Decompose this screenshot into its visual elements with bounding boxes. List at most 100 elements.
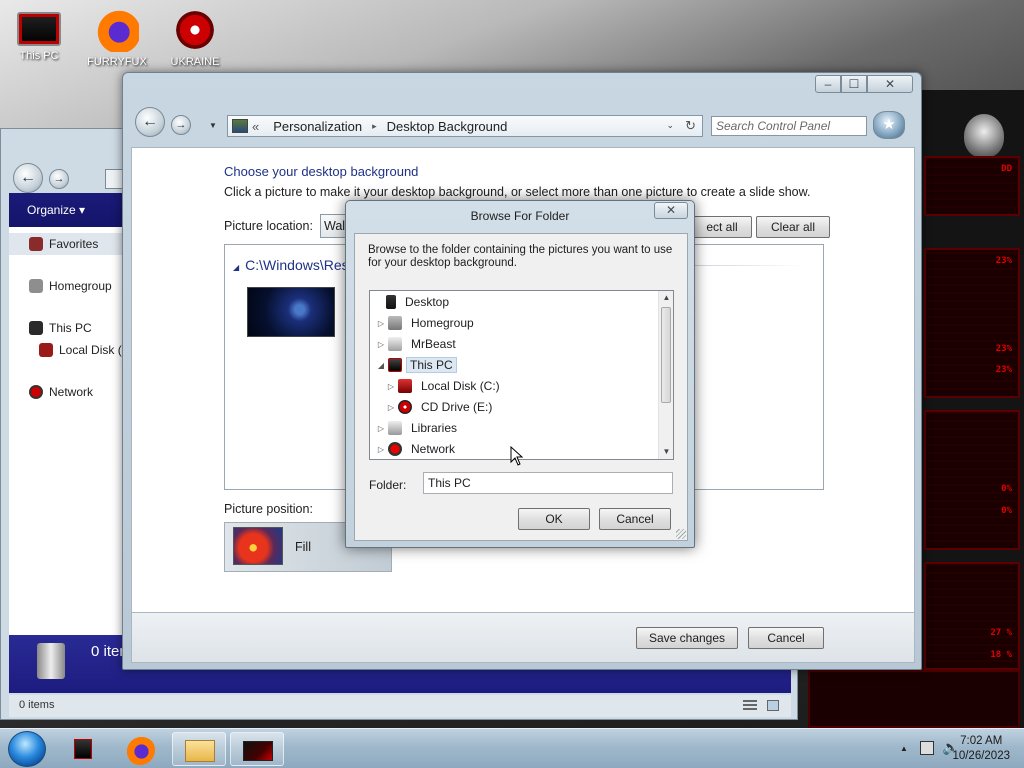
instruction-text: Click a picture to make it your desktop … [224, 185, 811, 199]
tree-item-mrbeast[interactable]: ▷ MrBeast [376, 334, 461, 354]
minimize-button[interactable]: ‒ [815, 75, 841, 93]
picture-position-value: Fill [295, 540, 311, 554]
taskbar-explorer[interactable] [172, 732, 226, 766]
tree-item-cd-drive[interactable]: ▷ CD Drive (E:) [386, 397, 497, 417]
scrollbar-thumb[interactable] [661, 307, 671, 403]
recycle-bin-icon [37, 643, 65, 679]
search-input[interactable]: Search Control Panel [711, 116, 867, 136]
gallery-group-header[interactable]: ◢ C:\Windows\Res [233, 257, 353, 273]
tree-scrollbar[interactable]: ▲ ▼ [658, 291, 673, 459]
sidebar-item-favorites[interactable]: Favorites [29, 237, 98, 251]
sidebar-item-this-pc[interactable]: This PC [29, 321, 92, 335]
status-bar: 0 items [9, 695, 791, 717]
details-view-icon[interactable] [743, 700, 757, 711]
gallery-divider [691, 265, 805, 266]
dialog-cancel-button[interactable]: Cancel [599, 508, 671, 530]
widget-bottom-strip [808, 670, 1020, 728]
expander-icon[interactable]: ▷ [376, 445, 386, 454]
address-bar[interactable]: « Personalization ▸ Desktop Background ⌄… [227, 115, 703, 137]
recent-pages-dropdown[interactable]: ▼ [209, 121, 217, 130]
user-folder-icon [388, 337, 402, 351]
organize-button[interactable]: Organize ▾ [9, 193, 123, 227]
tree-item-homegroup[interactable]: ▷ Homegroup [376, 313, 479, 333]
expander-icon[interactable]: ▷ [386, 382, 396, 391]
save-changes-button[interactable]: Save changes [636, 627, 738, 649]
taskbar-firefox[interactable] [114, 732, 168, 766]
widget-readout-box: DD [924, 156, 1020, 216]
expander-icon[interactable]: ▷ [386, 403, 396, 412]
expander-icon[interactable]: ◢ [376, 361, 386, 370]
desktop-icon-ukraine[interactable]: UKRAINE [160, 4, 230, 68]
tree-item-label: Local Disk (C:) [421, 379, 500, 393]
address-dropdown-icon[interactable]: ⌄ [666, 120, 674, 131]
close-button[interactable]: ✕ [867, 75, 913, 93]
tree-item-this-pc[interactable]: ◢ This PC [376, 355, 457, 375]
dialog-close-button[interactable]: ✕ [654, 202, 688, 219]
forward-button[interactable]: → [171, 115, 191, 135]
back-button[interactable]: ← [135, 107, 165, 137]
resize-grip-icon[interactable] [676, 529, 686, 539]
cancel-button[interactable]: Cancel [748, 627, 824, 649]
wallpaper-thumbnail[interactable] [247, 287, 335, 337]
desktop-icon-label: This PC [19, 50, 59, 62]
tree-item-label: Network [411, 442, 456, 456]
dialog-title: Browse For Folder [470, 209, 570, 223]
desktop-icon [386, 295, 396, 309]
tree-item-network[interactable]: ▷ Network [376, 439, 460, 459]
minimize-icon: ‒ [824, 77, 832, 91]
sidebar-item-homegroup[interactable]: Homegroup [29, 279, 112, 293]
forward-button[interactable]: → [49, 169, 69, 189]
help-icon[interactable]: ★ [873, 111, 905, 139]
mouse-cursor-icon [510, 446, 524, 466]
show-hidden-icons-icon[interactable]: ▲ [900, 744, 908, 753]
breadcrumb-separator-icon: ▸ [372, 120, 377, 131]
expander-icon[interactable]: ▷ [376, 340, 386, 349]
breadcrumb-personalization[interactable]: Personalization [273, 119, 362, 134]
alien-logo-icon [964, 114, 1004, 158]
widget-readout: 0% [1001, 484, 1012, 494]
large-icons-view-icon[interactable] [767, 700, 779, 711]
save-changes-label: Save changes [648, 631, 726, 645]
refresh-icon[interactable]: ↻ [685, 118, 696, 134]
start-button[interactable] [8, 731, 46, 767]
scroll-up-icon[interactable]: ▲ [659, 291, 673, 305]
close-icon: ✕ [665, 203, 677, 217]
network-status-icon[interactable] [920, 741, 934, 755]
taskbar-control-panel[interactable] [230, 732, 284, 766]
tree-item-desktop[interactable]: Desktop [374, 292, 454, 312]
desktop-icon-this-pc[interactable]: This PC [4, 4, 74, 62]
expander-icon[interactable]: ▷ [376, 319, 386, 328]
scroll-down-icon[interactable]: ▼ [659, 445, 673, 459]
tree-item-local-disk[interactable]: ▷ Local Disk (C:) [386, 376, 505, 396]
back-button[interactable]: ← [13, 163, 43, 193]
tree-item-libraries[interactable]: ▷ Libraries [376, 418, 462, 438]
breadcrumb-desktop-background[interactable]: Desktop Background [387, 119, 508, 134]
browse-for-folder-dialog[interactable]: Browse For Folder ✕ Browse to the folder… [345, 200, 695, 548]
sidebar-item-label: Favorites [49, 237, 99, 251]
folder-input[interactable]: This PC [423, 472, 673, 494]
tree-item-label: Desktop [405, 295, 450, 309]
select-all-button[interactable]: ect all [692, 216, 752, 238]
network-icon [29, 385, 43, 399]
cancel-label: Cancel [767, 631, 805, 645]
widget-readout-box: 27 % 18 % [924, 562, 1020, 670]
dialog-body: Browse to the folder containing the pict… [354, 233, 688, 541]
sidebar-item-network[interactable]: Network [29, 385, 93, 399]
folder-tree[interactable]: Desktop ▷ Homegroup ▷ MrBeast ◢ This PC … [369, 290, 674, 460]
disk-icon [39, 343, 53, 357]
clock[interactable]: 7:02 AM 10/26/2023 [952, 734, 1010, 764]
network-icon [388, 442, 402, 456]
taskbar-this-pc[interactable] [56, 732, 110, 766]
ok-button[interactable]: OK [518, 508, 590, 530]
clear-all-button[interactable]: Clear all [756, 216, 830, 238]
page-title: Choose your desktop background [224, 164, 419, 179]
sidebar-item-local-disk[interactable]: Local Disk (C: [39, 343, 134, 357]
homegroup-icon [388, 316, 402, 330]
expander-icon[interactable]: ▷ [376, 424, 386, 433]
this-pc-icon [17, 12, 61, 46]
maximize-button[interactable]: ☐ [841, 75, 867, 93]
breadcrumb-overflow[interactable]: « [252, 119, 259, 134]
firefox-icon [95, 8, 139, 52]
organize-label: Organize ▾ [27, 203, 86, 217]
desktop-icon-firefox[interactable]: FURRYFUX [82, 4, 152, 68]
